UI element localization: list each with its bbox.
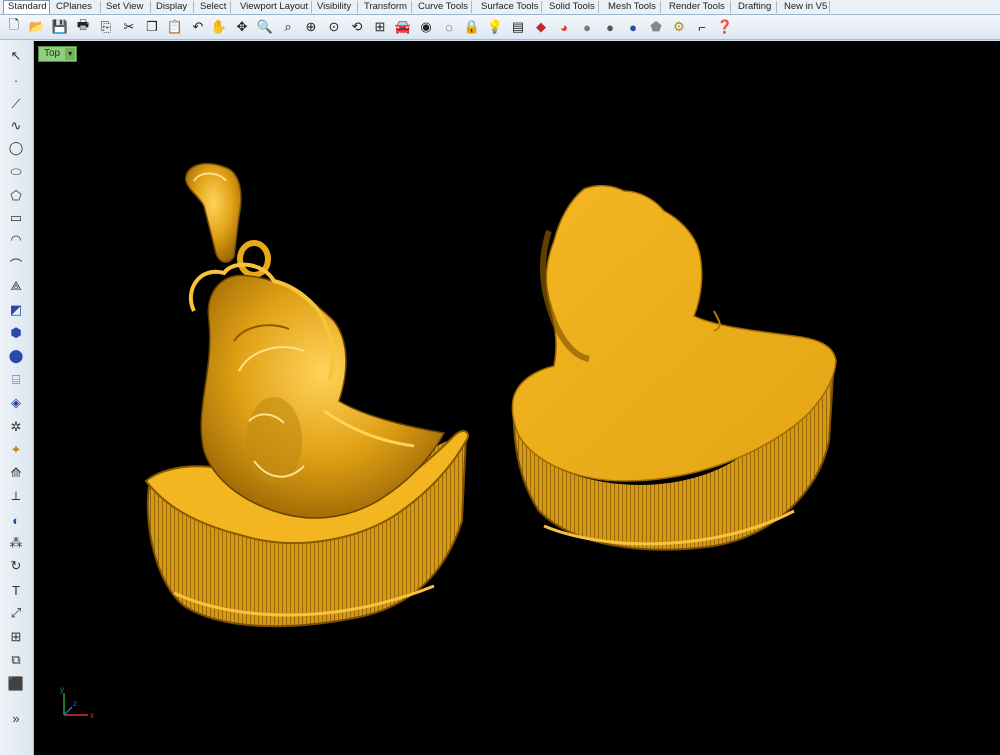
main-left-toolbar: ↖ · ⟋ ∿ ◯ ⬭ ⬠ ▭ ◠ ⌒ ⟁ ◩ ⬢ ⬤ ⌸ ◈ ✲ ✦ ⟰ ⟂ … xyxy=(0,40,34,755)
cut-icon[interactable]: ✂ xyxy=(120,18,138,36)
axis-y-label: y xyxy=(60,685,64,694)
extrude-icon[interactable]: ◈ xyxy=(6,393,26,413)
zoom-icon[interactable]: 🔍 xyxy=(256,18,274,36)
tab-transform[interactable]: Transform xyxy=(360,1,412,13)
pan-icon[interactable]: ✋ xyxy=(210,18,228,36)
rotate-view-icon[interactable]: ⟲ xyxy=(348,18,366,36)
tab-viewport-layout[interactable]: Viewport Layout xyxy=(236,1,312,13)
tab-render-tools[interactable]: Render Tools xyxy=(665,1,731,13)
show-icon[interactable]: ◉ xyxy=(417,18,435,36)
world-axes-icon: x y z xyxy=(60,685,94,720)
tab-cplanes[interactable]: CPlanes xyxy=(52,1,101,13)
polyline-icon[interactable]: ⟋ xyxy=(6,94,26,114)
pendant-relief[interactable] xyxy=(144,162,470,628)
ellipse-icon[interactable]: ⬭ xyxy=(6,162,26,182)
tab-standard[interactable]: Standard xyxy=(3,0,50,14)
render-icon[interactable]: ● xyxy=(578,18,596,36)
boolean-icon[interactable]: ◐ xyxy=(6,510,26,530)
undo-icon[interactable]: ↶ xyxy=(189,18,207,36)
viewport-top[interactable]: Top ▾ x y z xyxy=(34,41,1000,755)
arc-icon[interactable]: ◠ xyxy=(6,230,26,250)
rectangle-icon[interactable]: ▭ xyxy=(6,208,26,228)
viewport-title[interactable]: Top ▾ xyxy=(38,46,78,62)
group-icon[interactable]: ⧉ xyxy=(6,650,26,670)
car-icon[interactable]: 🚘 xyxy=(394,18,412,36)
rendered-icon[interactable]: ● xyxy=(601,18,619,36)
zoom-selected-icon[interactable]: ⊙ xyxy=(325,18,343,36)
zoom-extents-icon[interactable]: ⊕ xyxy=(302,18,320,36)
material-icon[interactable]: ◆ xyxy=(532,18,550,36)
dimension-icon[interactable]: ⤢ xyxy=(6,603,26,623)
trim-icon[interactable]: ⟁ xyxy=(6,276,26,296)
light-icon[interactable]: 💡 xyxy=(486,18,504,36)
open-icon[interactable]: 📂 xyxy=(28,18,46,36)
circle-icon[interactable]: ◯ xyxy=(6,138,26,158)
ghosted-icon[interactable]: ● xyxy=(624,18,642,36)
viewport-title-label: Top xyxy=(44,48,61,59)
fillet-icon[interactable]: ⌒ xyxy=(6,254,26,274)
tab-display[interactable]: Display xyxy=(152,1,194,13)
curve-icon[interactable]: ∿ xyxy=(6,116,26,136)
point-icon[interactable]: · xyxy=(6,70,26,90)
tab-solid-tools[interactable]: Solid Tools xyxy=(545,1,599,13)
axis-z-label: z xyxy=(73,699,77,708)
surface-icon[interactable]: ◩ xyxy=(6,300,26,320)
text-icon[interactable]: T xyxy=(6,580,26,600)
tab-select[interactable]: Select xyxy=(196,1,231,13)
shade-icon[interactable]: ◕ xyxy=(555,18,573,36)
axis-x-label: x xyxy=(90,711,94,720)
hide-icon[interactable]: ◌ xyxy=(440,18,458,36)
pendant-back[interactable] xyxy=(511,184,837,551)
help-icon[interactable]: ❓ xyxy=(716,18,734,36)
zoom-window-icon[interactable]: ⌕ xyxy=(279,18,297,36)
tab-surface-tools[interactable]: Surface Tools xyxy=(477,1,542,13)
explode-icon[interactable]: ⟰ xyxy=(6,463,26,483)
render-icon[interactable]: ⬛ xyxy=(6,674,26,694)
lock-icon[interactable]: 🔒 xyxy=(463,18,481,36)
toolbar-tabs: Standard CPlanes Set View Display Select… xyxy=(0,0,1000,15)
tab-set-view[interactable]: Set View xyxy=(102,1,151,13)
cylinder-icon[interactable]: ⌸ xyxy=(6,370,26,390)
import-icon[interactable]: ⎘ xyxy=(97,18,115,36)
options-icon[interactable]: ⚙ xyxy=(670,18,688,36)
polygon-icon[interactable]: ⬠ xyxy=(6,186,26,206)
new-icon[interactable]: 🗋 xyxy=(5,17,23,36)
box-icon[interactable]: ⬢ xyxy=(6,323,26,343)
select-icon[interactable]: ↖ xyxy=(6,46,26,66)
tab-mesh-tools[interactable]: Mesh Tools xyxy=(604,1,661,13)
layer-icon[interactable]: ▤ xyxy=(509,18,527,36)
save-icon[interactable]: 💾 xyxy=(51,18,69,36)
mesh-icon[interactable]: ✲ xyxy=(6,417,26,437)
join-icon[interactable]: ✦ xyxy=(6,440,26,460)
tab-drafting[interactable]: Drafting xyxy=(734,1,777,13)
standard-toolbar: 🗋 📂 💾 🖶 ⎘ ✂ ❐ 📋 ↶ ✋ ✥ 🔍 ⌕ ⊕ ⊙ ⟲ ⊞ 🚘 ◉ ◌ … xyxy=(0,15,1000,40)
copy-icon[interactable]: ❐ xyxy=(143,18,161,36)
tab-new-in-v5[interactable]: New in V5 xyxy=(780,1,830,13)
array-icon[interactable]: ⁂ xyxy=(6,533,26,553)
grid-icon[interactable]: ⊞ xyxy=(6,627,26,647)
viewport-menu-arrow[interactable]: ▾ xyxy=(65,48,76,60)
spotlight-icon[interactable]: ⬟ xyxy=(647,18,665,36)
four-viewports-icon[interactable]: ⊞ xyxy=(371,18,389,36)
model-scene xyxy=(144,162,837,628)
snap-icon[interactable]: ⌐ xyxy=(693,18,711,36)
sphere-icon[interactable]: ⬤ xyxy=(6,346,26,366)
move-icon[interactable]: ✥ xyxy=(233,18,251,36)
tab-curve-tools[interactable]: Curve Tools xyxy=(414,1,472,13)
print-icon[interactable]: 🖶 xyxy=(74,17,92,36)
split-icon[interactable]: ⟂ xyxy=(6,486,26,506)
rotate-icon[interactable]: ↻ xyxy=(6,556,26,576)
tab-visibility[interactable]: Visibility xyxy=(313,1,358,13)
more-icon[interactable]: » xyxy=(6,708,26,728)
paste-icon[interactable]: 📋 xyxy=(166,18,184,36)
